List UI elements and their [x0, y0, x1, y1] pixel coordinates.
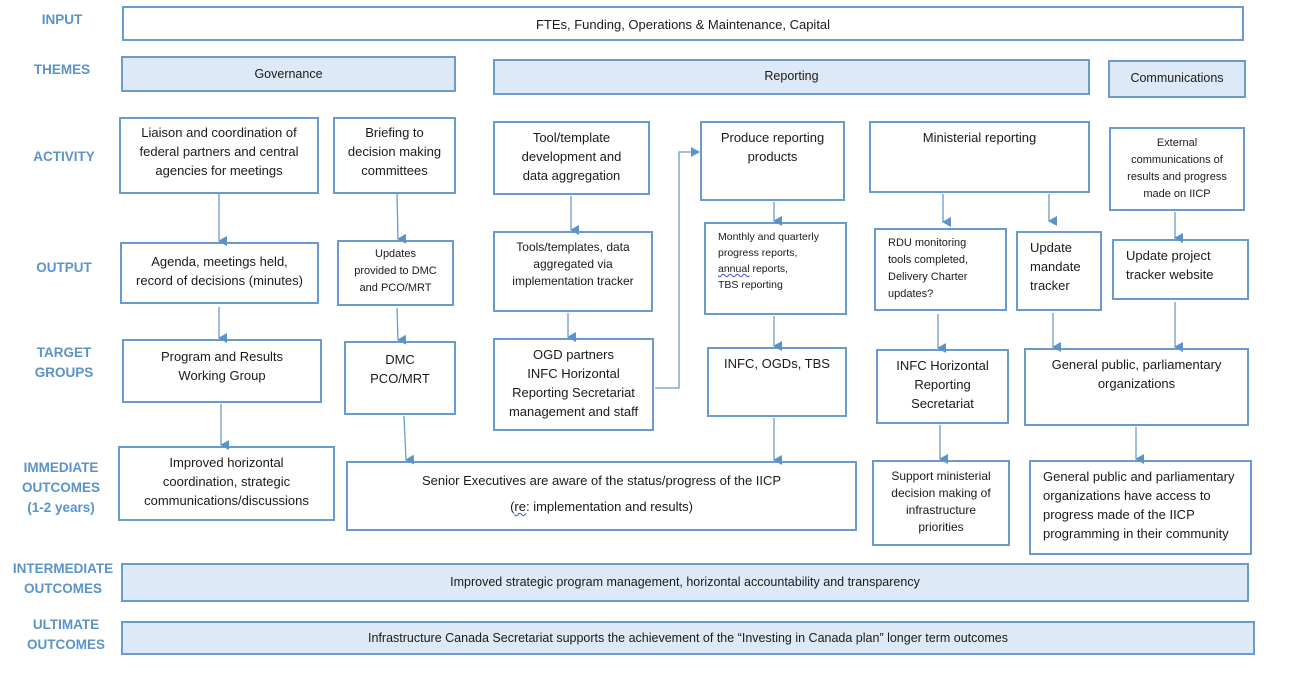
target-infc-hrs: INFC Horizontal Reporting Secretariat: [876, 349, 1009, 424]
output-agenda: Agenda, meetings held, record of decisio…: [120, 242, 319, 304]
senior-exec-line-2: : implementation and results): [525, 499, 693, 514]
arrow-updates-to-dmc: [396, 307, 407, 345]
output-monthly-reports: Monthly and quarterly progress reports, …: [704, 222, 847, 315]
input-box: FTEs, Funding, Operations & Maintenance,…: [122, 6, 1244, 41]
target-infc-ogds-tbs: INFC, OGDs, TBS: [707, 347, 847, 417]
target-ogd-partners: OGD partners INFC Horizontal Reporting S…: [493, 338, 654, 431]
output-mandate-tracker: Update mandate tracker: [1016, 231, 1102, 311]
annual-spellcheck-word: annual: [718, 263, 750, 275]
row-label-themes: THEMES: [33, 62, 91, 77]
arrow-ogd-to-produce: [655, 147, 700, 389]
row-label-target-groups: TARGET GROUPS: [34, 345, 94, 380]
row-label-input: INPUT: [41, 12, 83, 27]
outcome-improved-horizontal: Improved horizontal coordination, strate…: [118, 446, 335, 521]
senior-exec-line-1: Senior Executives are aware of the statu…: [421, 473, 782, 488]
activity-produce-reporting: Produce reporting products: [700, 121, 845, 201]
arrow-briefing-to-updates: [396, 193, 407, 244]
theme-communications: Communications: [1108, 60, 1246, 98]
output-tools-templates: Tools/templates, data aggregated via imp…: [493, 231, 653, 312]
outcome-senior-executives: Senior Executives are aware of the statu…: [346, 461, 857, 531]
row-label-ultimate-outcomes: ULTIMATE OUTCOMES: [26, 617, 105, 652]
ultimate-outcome-box: Infrastructure Canada Secretariat suppor…: [121, 621, 1255, 655]
target-dmc: DMC PCO/MRT: [344, 341, 456, 415]
monthly-reports-text-1: Monthly and quarterly progress reports,: [718, 231, 819, 259]
target-prwg: Program and Results Working Group: [122, 339, 322, 403]
row-label-intermediate-outcomes: INTERMEDIATE OUTCOMES: [12, 561, 114, 596]
arrow-dmc-to-senior: [403, 415, 415, 465]
output-project-tracker: Update project tracker website: [1112, 239, 1249, 300]
row-label-activity: ACTIVITY: [33, 149, 95, 164]
intermediate-outcome-box: Improved strategic program management, h…: [121, 563, 1249, 602]
activity-ministerial-reporting: Ministerial reporting: [869, 121, 1090, 193]
row-label-output: OUTPUT: [36, 260, 92, 275]
activity-external-communications: External communications of results and p…: [1109, 127, 1245, 211]
theme-governance: Governance: [121, 56, 456, 92]
outcome-general-public-access: General public and parliamentary organiz…: [1029, 460, 1252, 555]
activity-briefing: Briefing to decision making committees: [333, 117, 456, 194]
activity-tool-template: Tool/template development and data aggre…: [493, 121, 650, 195]
theme-reporting: Reporting: [493, 59, 1090, 95]
target-general-public: General public, parliamentary organizati…: [1024, 348, 1249, 426]
outcome-support-ministerial: Support ministerial decision making of i…: [872, 460, 1010, 546]
activity-liaison: Liaison and coordination of federal part…: [119, 117, 319, 194]
row-label-immediate-outcomes: IMMEDIATE OUTCOMES (1-2 years): [21, 460, 100, 515]
output-updates-dmc: Updates provided to DMC and PCO/MRT: [337, 240, 454, 306]
re-spellcheck-word: re: [514, 499, 526, 514]
output-rdu-monitoring: RDU monitoring tools completed, Delivery…: [874, 228, 1007, 311]
